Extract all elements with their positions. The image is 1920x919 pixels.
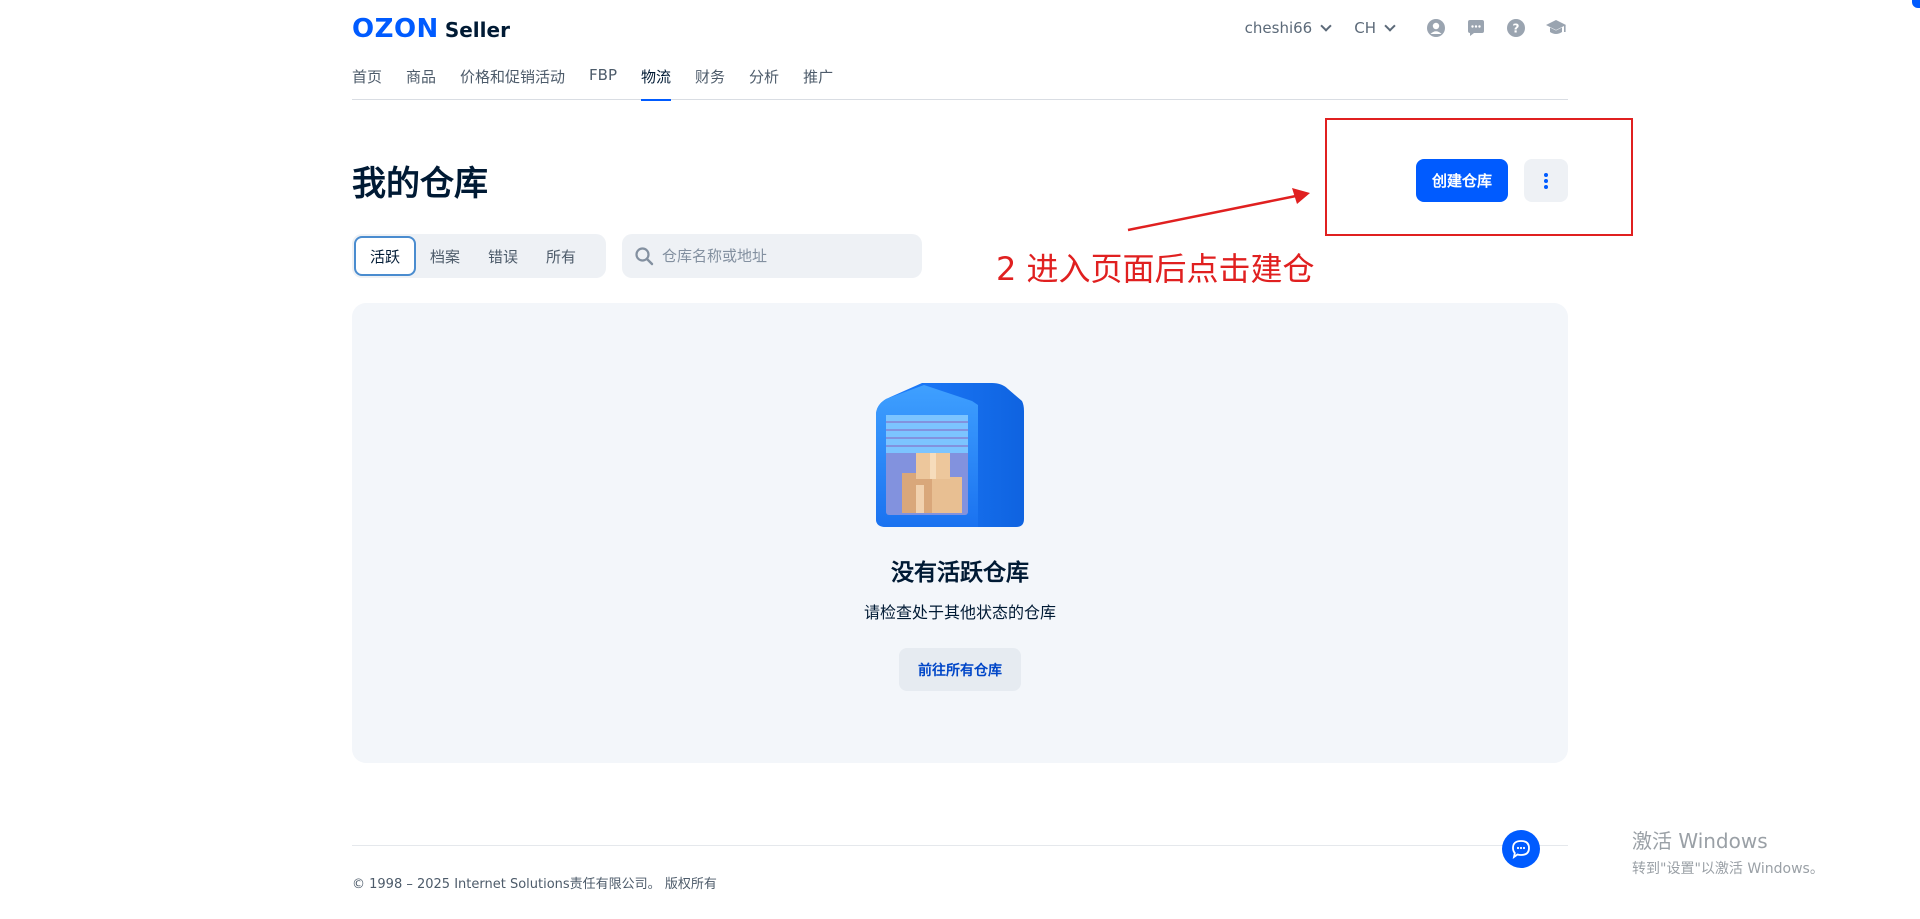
chat-icon[interactable] (1464, 16, 1488, 40)
tab-errors[interactable]: 错误 (474, 236, 532, 276)
footer-copyright: © 1998 – 2025 Internet Solutions责任有限公司。 … (352, 877, 717, 892)
watermark-line-1: 激活 Windows (1632, 829, 1768, 853)
nav-item-label: FBP (589, 66, 618, 84)
nav-item-products[interactable]: 商品 (406, 66, 436, 100)
language-code: CH (1354, 19, 1376, 37)
education-icon[interactable] (1544, 16, 1568, 40)
chevron-down-icon (1320, 20, 1332, 32)
logo-product: Seller (444, 18, 510, 42)
profile-icon[interactable] (1424, 16, 1448, 40)
account-name: cheshi66 (1244, 19, 1313, 37)
nav-item-prices[interactable]: 价格和促销活动 (460, 66, 565, 100)
nav-item-label: 分析 (749, 68, 780, 86)
chevron-down-icon (1384, 20, 1396, 32)
status-filter-tabs: 活跃 档案 错误 所有 (352, 234, 606, 278)
empty-state-panel: 没有活跃仓库 请检查处于其他状态的仓库 前往所有仓库 (352, 303, 1568, 763)
annotation-arrow (1127, 188, 1310, 232)
nav-item-logistics[interactable]: 物流 (641, 66, 672, 101)
tab-archive[interactable]: 档案 (416, 236, 474, 276)
search-input[interactable] (662, 247, 902, 265)
nav-item-analytics[interactable]: 分析 (749, 66, 779, 100)
nav-item-label: 商品 (406, 68, 437, 86)
edge-indicator (1912, 0, 1920, 8)
empty-state-title: 没有活跃仓库 (891, 560, 1029, 586)
logo-brand: OZON (352, 14, 439, 44)
annotation-highlight-box (1325, 118, 1633, 236)
nav-item-label: 价格和促销活动 (460, 68, 566, 86)
search-icon (635, 247, 654, 266)
nav-item-label: 财务 (695, 68, 726, 86)
support-chat-button[interactable] (1502, 830, 1540, 868)
language-dropdown[interactable]: CH (1354, 19, 1396, 37)
nav-item-label: 首页 (352, 68, 383, 86)
search-box[interactable] (622, 234, 922, 278)
svg-text:?: ? (1513, 22, 1520, 36)
watermark-line-2: 转到"设置"以激活 Windows。 (1632, 861, 1824, 877)
tab-active[interactable]: 活跃 (354, 236, 417, 276)
header-right: cheshi66 CH ? (1245, 16, 1568, 40)
go-to-all-warehouses-button[interactable]: 前往所有仓库 (899, 648, 1021, 691)
nav-item-label: 物流 (641, 68, 672, 86)
nav-item-promotion[interactable]: 推广 (803, 66, 833, 100)
ozon-seller-logo[interactable]: OZON Seller (352, 14, 510, 46)
warehouse-illustration (876, 383, 1024, 527)
footer-divider (352, 845, 1568, 846)
annotation-text: 2 进入页面后点击建仓 (996, 250, 1315, 288)
nav-item-fbp[interactable]: FBP (589, 66, 617, 100)
header-icons: ? (1424, 16, 1568, 40)
main-nav: 首页 商品 价格和促销活动 FBP 物流 财务 分析 推广 (352, 66, 1568, 101)
windows-activation-watermark: 激活 Windows 转到"设置"以激活 Windows。 (1632, 825, 1824, 878)
tab-all[interactable]: 所有 (532, 236, 590, 276)
nav-item-label: 推广 (803, 68, 834, 86)
help-icon[interactable]: ? (1504, 16, 1528, 40)
empty-state-subtitle: 请检查处于其他状态的仓库 (863, 603, 1056, 622)
nav-item-finance[interactable]: 财务 (695, 66, 725, 100)
page-title: 我的仓库 (352, 164, 488, 204)
nav-item-home[interactable]: 首页 (352, 66, 382, 100)
chat-bubble-icon (1512, 840, 1530, 860)
account-dropdown[interactable]: cheshi66 (1244, 19, 1332, 37)
